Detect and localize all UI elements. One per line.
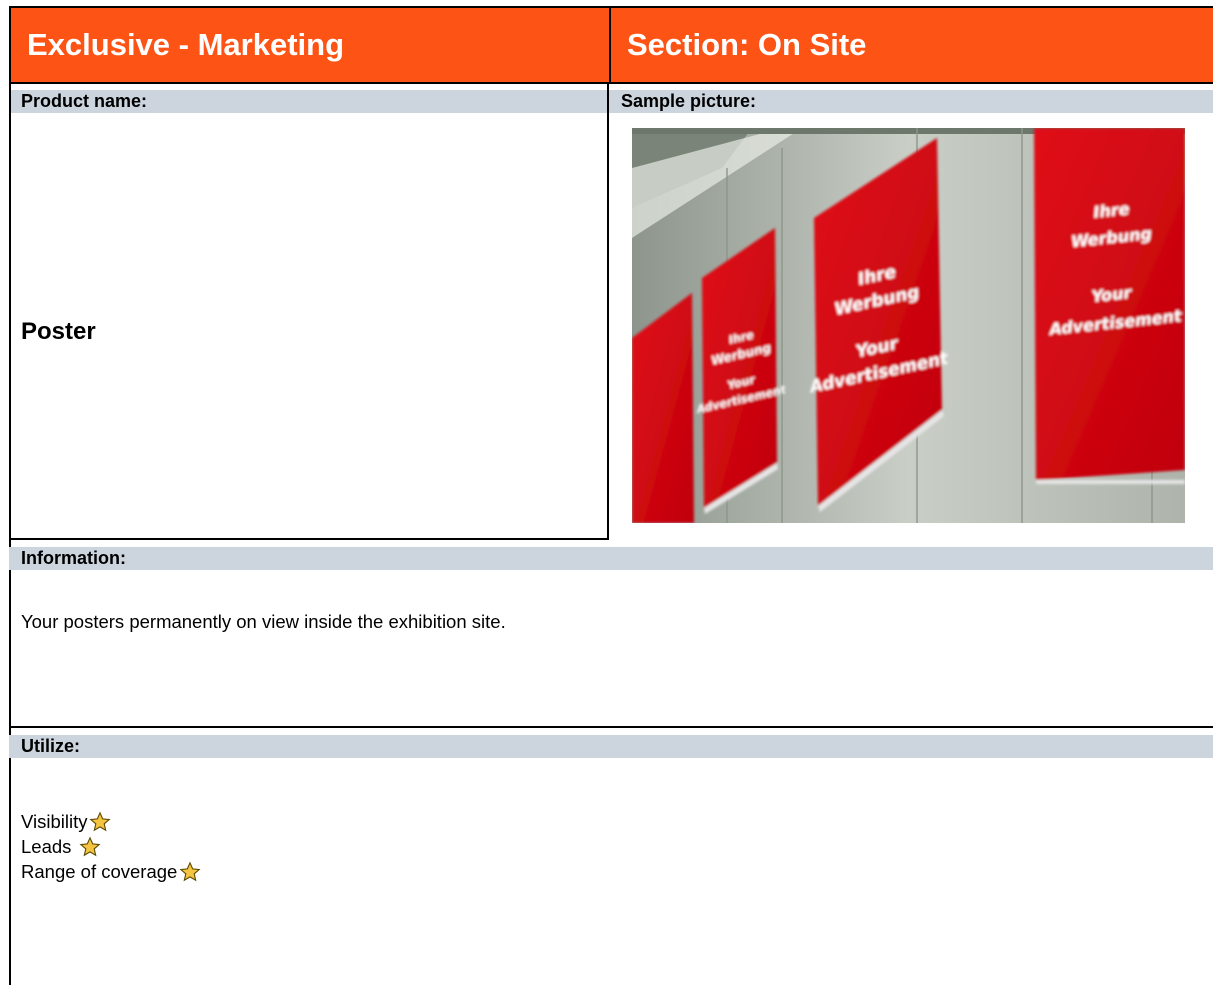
divider-line-1 bbox=[9, 538, 609, 540]
sample-picture-label-text: Sample picture: bbox=[621, 91, 757, 111]
utilize-item-visibility: Visibility bbox=[21, 809, 201, 834]
information-label-text: Information: bbox=[21, 548, 126, 568]
section-title: Section: On Site bbox=[627, 27, 867, 62]
header-left-title: Exclusive - Marketing bbox=[9, 6, 609, 84]
star-icon bbox=[89, 810, 111, 831]
star-icon bbox=[79, 835, 101, 856]
product-name-label: Product name: bbox=[9, 90, 607, 113]
information-label: Information: bbox=[9, 547, 1213, 570]
utilize-list: Visibility Leads Range of coverage bbox=[21, 809, 201, 884]
utilize-item-label: Leads bbox=[21, 836, 72, 857]
utilize-item-range: Range of coverage bbox=[21, 859, 201, 884]
utilize-item-label: Visibility bbox=[21, 811, 88, 832]
utilize-item-leads: Leads bbox=[21, 834, 201, 859]
exclusive-marketing-title: Exclusive - Marketing bbox=[27, 27, 345, 62]
product-name-label-text: Product name: bbox=[21, 91, 148, 111]
poster-sample-image: Ihre Werbung Your Advertisement Ihre Wer… bbox=[632, 128, 1185, 523]
utilize-item-label: Range of coverage bbox=[21, 861, 178, 882]
center-divider bbox=[607, 84, 609, 540]
utilize-label-text: Utilize: bbox=[21, 736, 81, 756]
header-right-title: Section: On Site bbox=[609, 6, 1213, 84]
information-text: Your posters permanently on view inside … bbox=[21, 611, 506, 632]
sample-picture-label: Sample picture: bbox=[609, 90, 1213, 113]
left-border bbox=[9, 84, 11, 985]
divider-line-2 bbox=[9, 726, 1213, 728]
product-name: Poster bbox=[21, 318, 96, 345]
star-icon bbox=[179, 860, 201, 881]
poster4-line1: Ihre bbox=[1092, 199, 1130, 222]
utilize-label: Utilize: bbox=[9, 735, 1213, 758]
